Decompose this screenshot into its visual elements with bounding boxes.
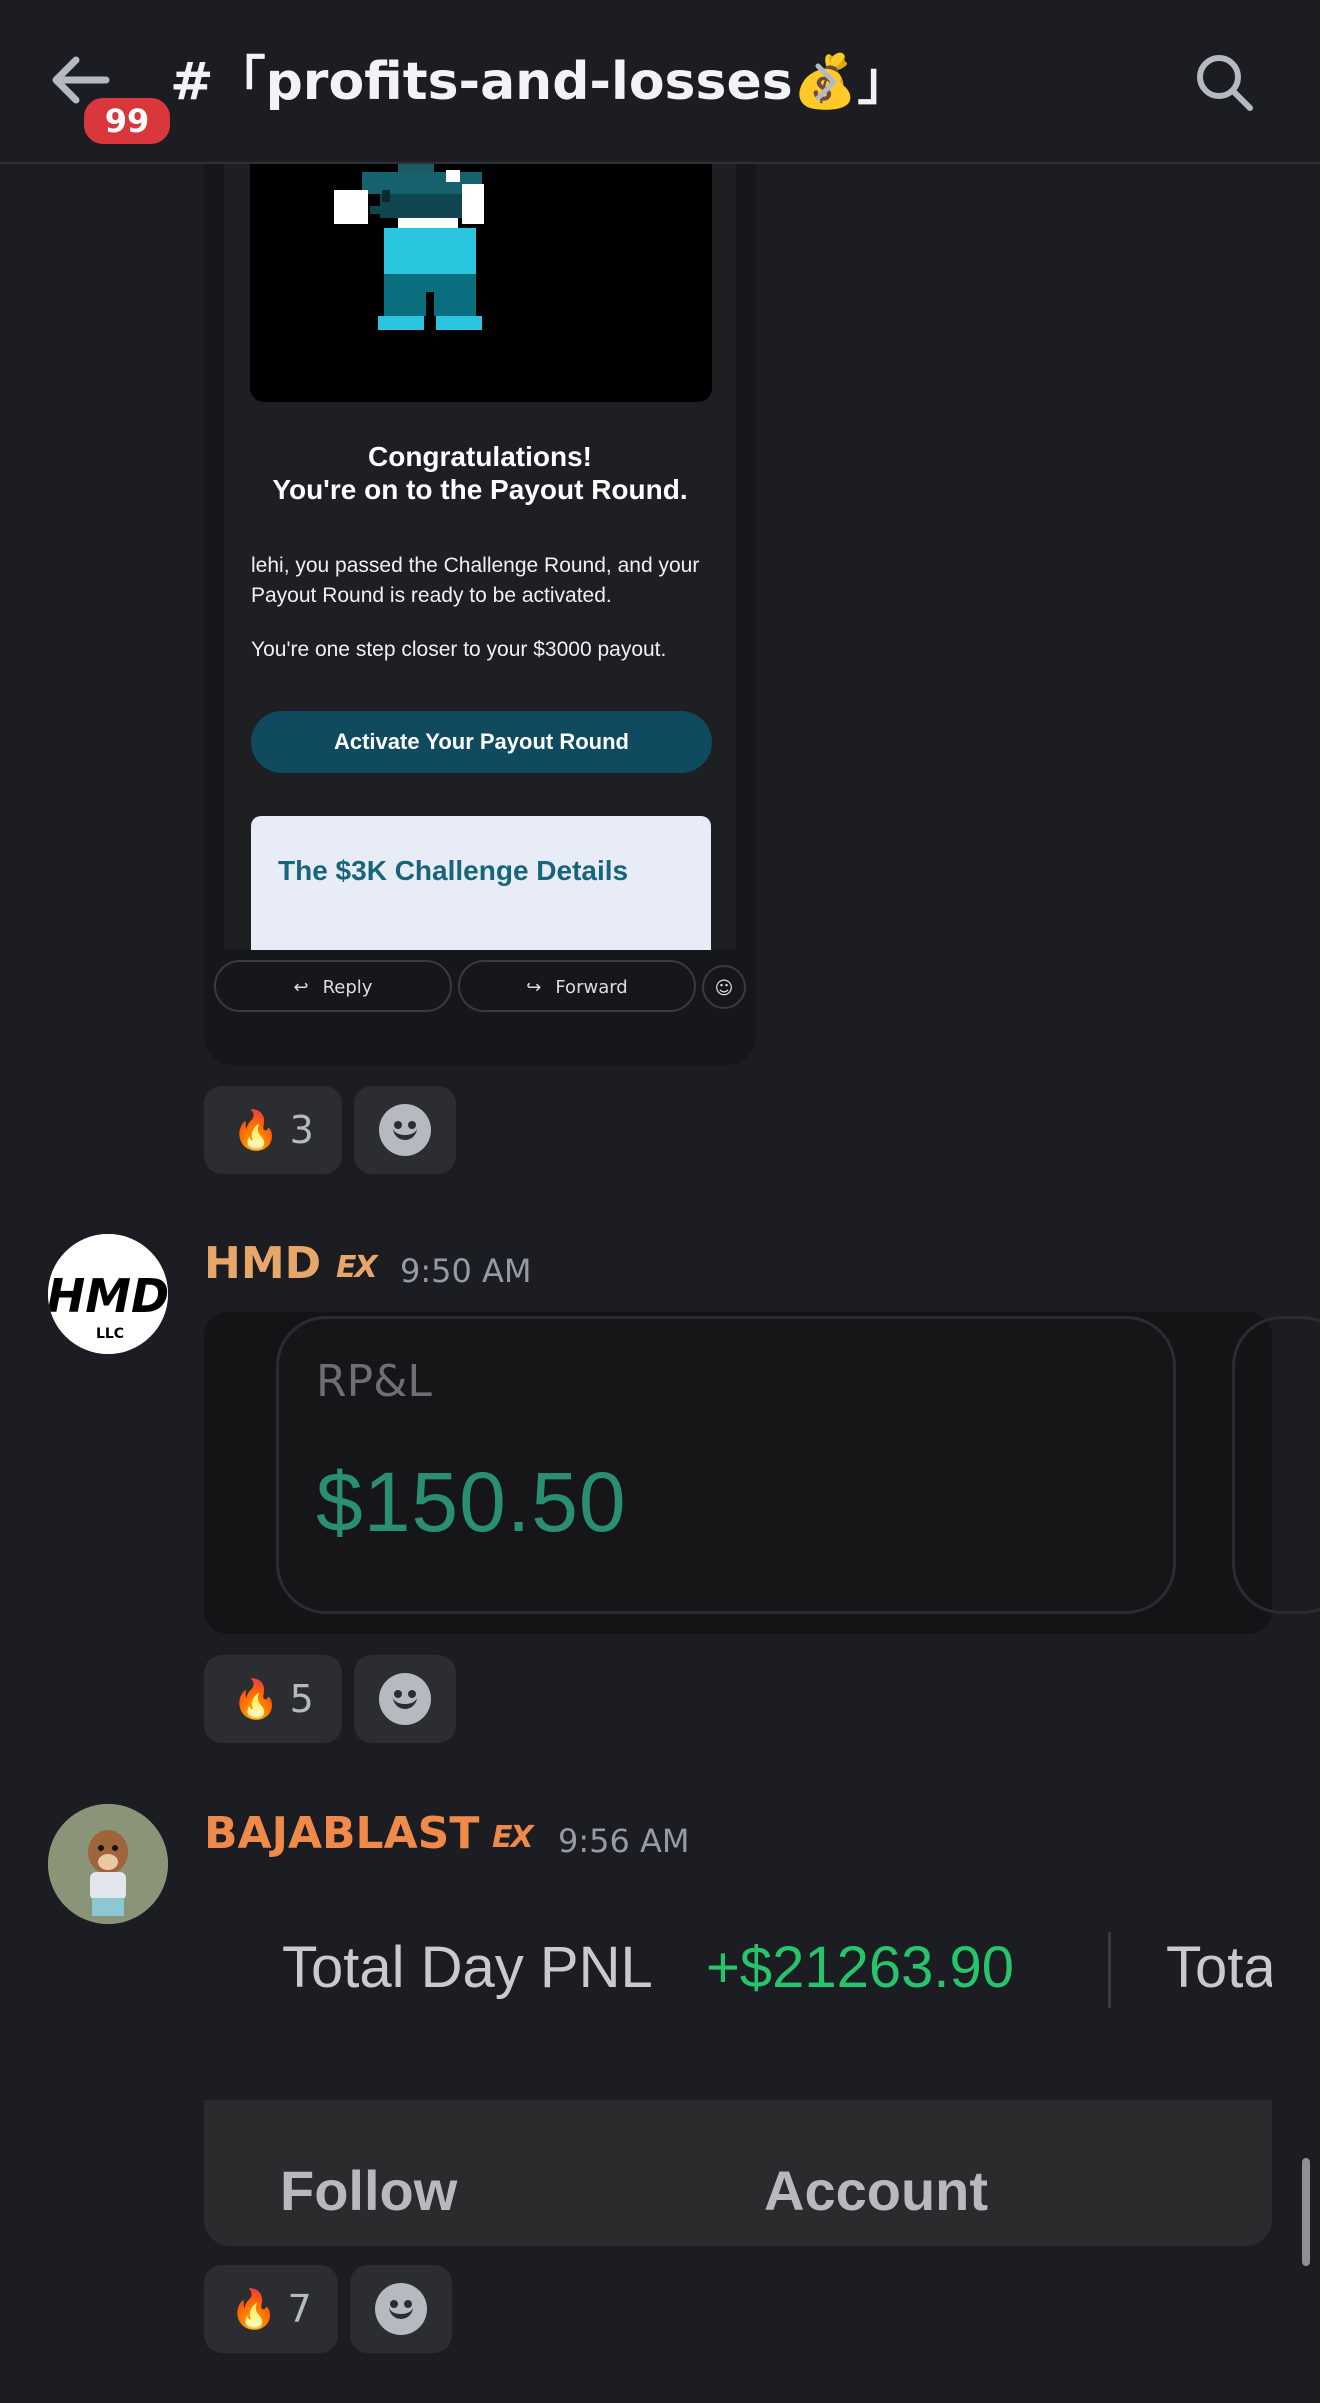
activate-payout-button[interactable]: Activate Your Payout Round	[251, 711, 712, 773]
day-pnl-value: +$21263.90	[706, 1935, 1015, 2000]
fire-reaction[interactable]: 🔥 3	[204, 1086, 342, 1174]
add-reaction-button[interactable]	[354, 1086, 456, 1174]
smiley-icon	[379, 1673, 431, 1725]
search-button[interactable]	[1192, 50, 1256, 114]
account-tab-label: Account	[764, 2159, 988, 2222]
username-bajablast[interactable]: BAJABLAST	[204, 1808, 479, 1859]
add-reaction-button[interactable]	[354, 1655, 456, 1743]
smiley-icon	[375, 2283, 427, 2335]
username-hmd[interactable]: HMD	[204, 1238, 321, 1289]
channel-header: 99 #「profits-and-losses💰」	[0, 0, 1320, 164]
reaction-count: 3	[289, 1108, 314, 1152]
smiley-icon	[379, 1104, 431, 1156]
forward-label: Forward	[555, 977, 628, 998]
server-tag: EX	[492, 1820, 534, 1855]
timestamp: 9:50 AM	[400, 1252, 532, 1290]
day-pnl-next-label: Tota	[1166, 1935, 1272, 2000]
emoji-reaction-button[interactable]: ☺	[702, 965, 746, 1009]
forward-icon: ↪	[526, 977, 542, 998]
fire-reaction[interactable]: 🔥 7	[204, 2265, 338, 2353]
search-icon	[1197, 55, 1253, 111]
avatar-logo-text: HMD	[48, 1269, 168, 1323]
fire-icon: 🔥	[232, 1676, 280, 1721]
heading-line-2: You're on to the Payout Round.	[272, 474, 688, 505]
fire-icon: 🔥	[232, 1107, 280, 1152]
email-paragraph-1: lehi, you passed the Challenge Round, an…	[251, 554, 700, 607]
avatar-hmd[interactable]: HMD LLC	[48, 1234, 168, 1354]
pixel-art-image	[250, 162, 712, 402]
reaction-count: 7	[287, 2287, 312, 2331]
reply-icon: ↩	[293, 977, 309, 998]
day-pnl-label: Total Day PNL	[282, 1935, 653, 2000]
smiley-icon: ☺	[714, 978, 734, 999]
add-reaction-button[interactable]	[350, 2265, 452, 2353]
heading-line-1: Congratulations!	[368, 441, 592, 472]
fire-icon: 🔥	[230, 2286, 278, 2331]
reply-button[interactable]: ↩ Reply	[214, 960, 452, 1012]
email-heading: Congratulations! You're on to the Payout…	[224, 440, 736, 506]
forward-button[interactable]: ↪ Forward	[458, 960, 696, 1012]
timestamp: 9:56 AM	[558, 1822, 690, 1860]
divider	[1108, 1932, 1111, 2008]
server-tag: EX	[336, 1250, 378, 1285]
chevron-right-icon[interactable]	[808, 58, 844, 110]
rpl-panel-next	[1232, 1316, 1320, 1614]
scrollbar[interactable]	[1302, 2158, 1310, 2266]
email-paragraph-2: You're one step closer to your $3000 pay…	[251, 638, 667, 661]
rpl-value: $150.50	[316, 1455, 627, 1549]
fire-reaction[interactable]: 🔥 5	[204, 1655, 342, 1743]
avatar-logo-sub: LLC	[96, 1326, 124, 1342]
challenge-details-title: The $3K Challenge Details	[278, 855, 629, 886]
reply-label: Reply	[322, 977, 373, 998]
reaction-count: 5	[289, 1677, 314, 1721]
unread-badge: 99	[80, 94, 174, 148]
rpl-label: RP&L	[316, 1356, 432, 1407]
follow-tab-label: Follow	[280, 2159, 458, 2222]
channel-title[interactable]: #「profits-and-losses💰」	[170, 40, 909, 124]
avatar-bajablast[interactable]	[48, 1804, 168, 1924]
